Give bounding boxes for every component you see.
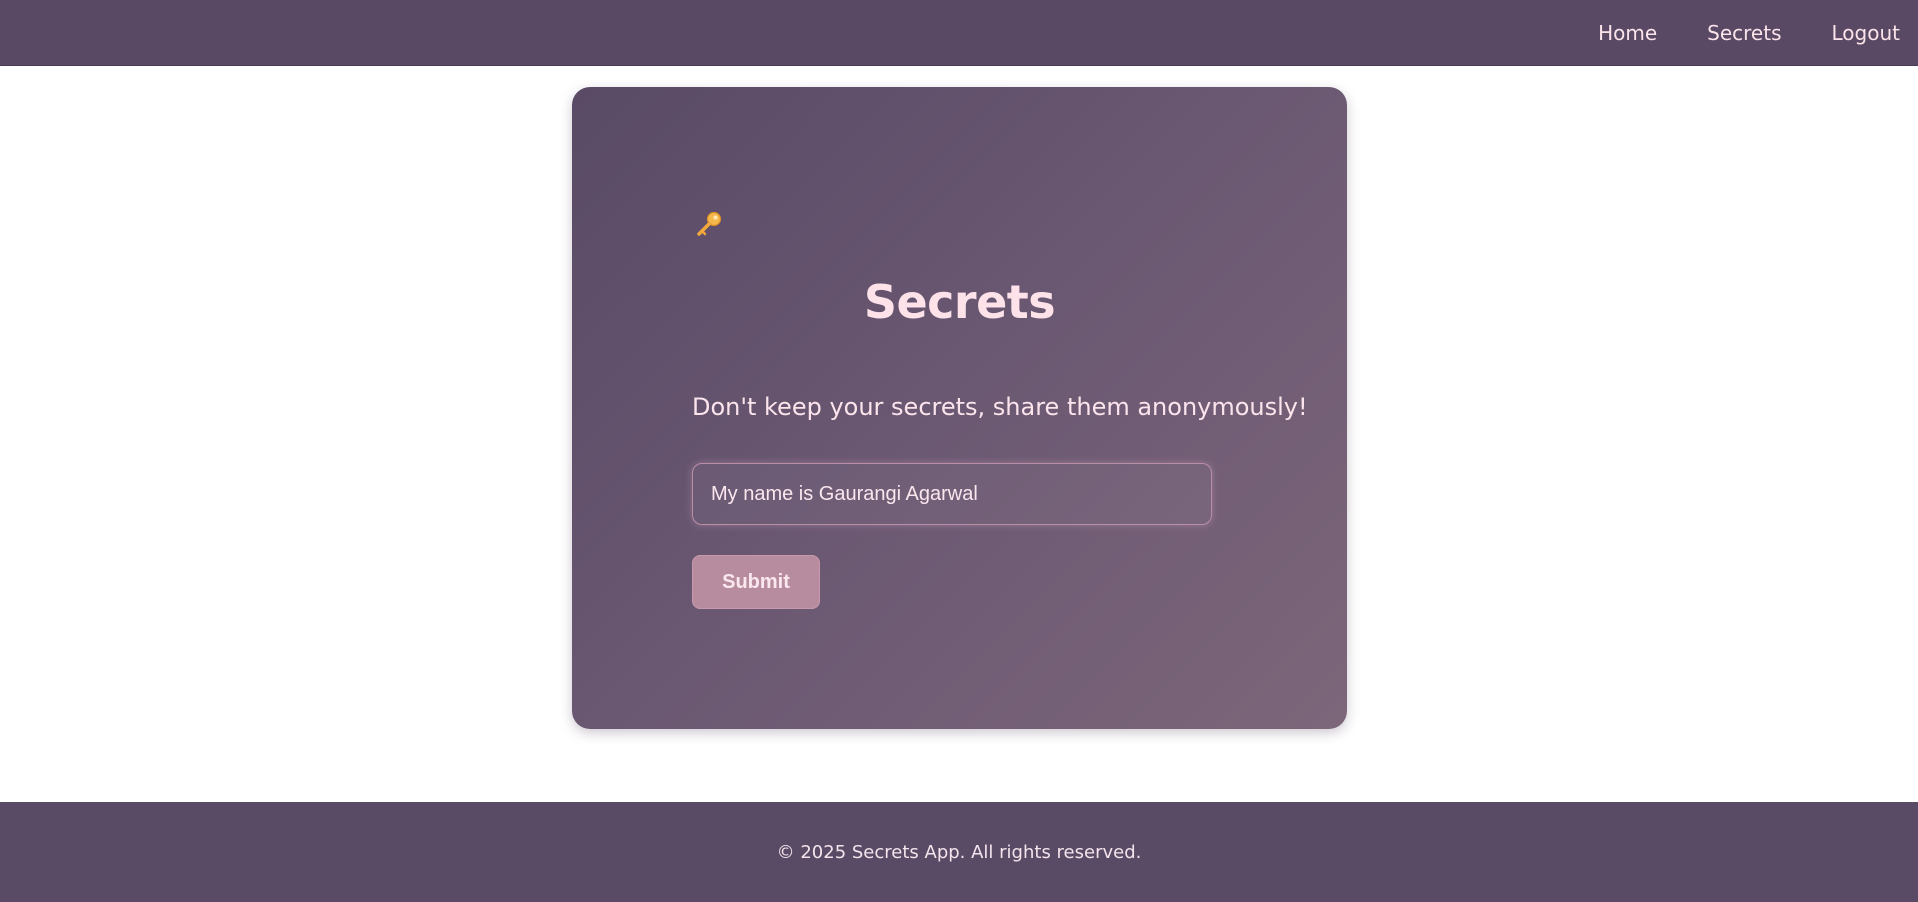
tagline-text: Don't keep your secrets, share them anon… xyxy=(692,393,1308,421)
nav-home-link[interactable]: Home xyxy=(1598,21,1657,45)
page-footer: © 2025 Secrets App. All rights reserved. xyxy=(0,802,1918,902)
nav-secrets-link[interactable]: Secrets xyxy=(1707,21,1781,45)
secret-input[interactable] xyxy=(692,463,1212,525)
top-navbar: Home Secrets Logout xyxy=(0,0,1918,66)
page-title: Secrets xyxy=(863,275,1056,329)
secrets-card: Secrets Don't keep your secrets, share t… xyxy=(572,87,1347,729)
nav-logout-link[interactable]: Logout xyxy=(1832,21,1900,45)
submit-button[interactable]: Submit xyxy=(692,555,820,609)
footer-copyright: © 2025 Secrets App. All rights reserved. xyxy=(776,841,1142,863)
key-icon xyxy=(694,209,724,239)
